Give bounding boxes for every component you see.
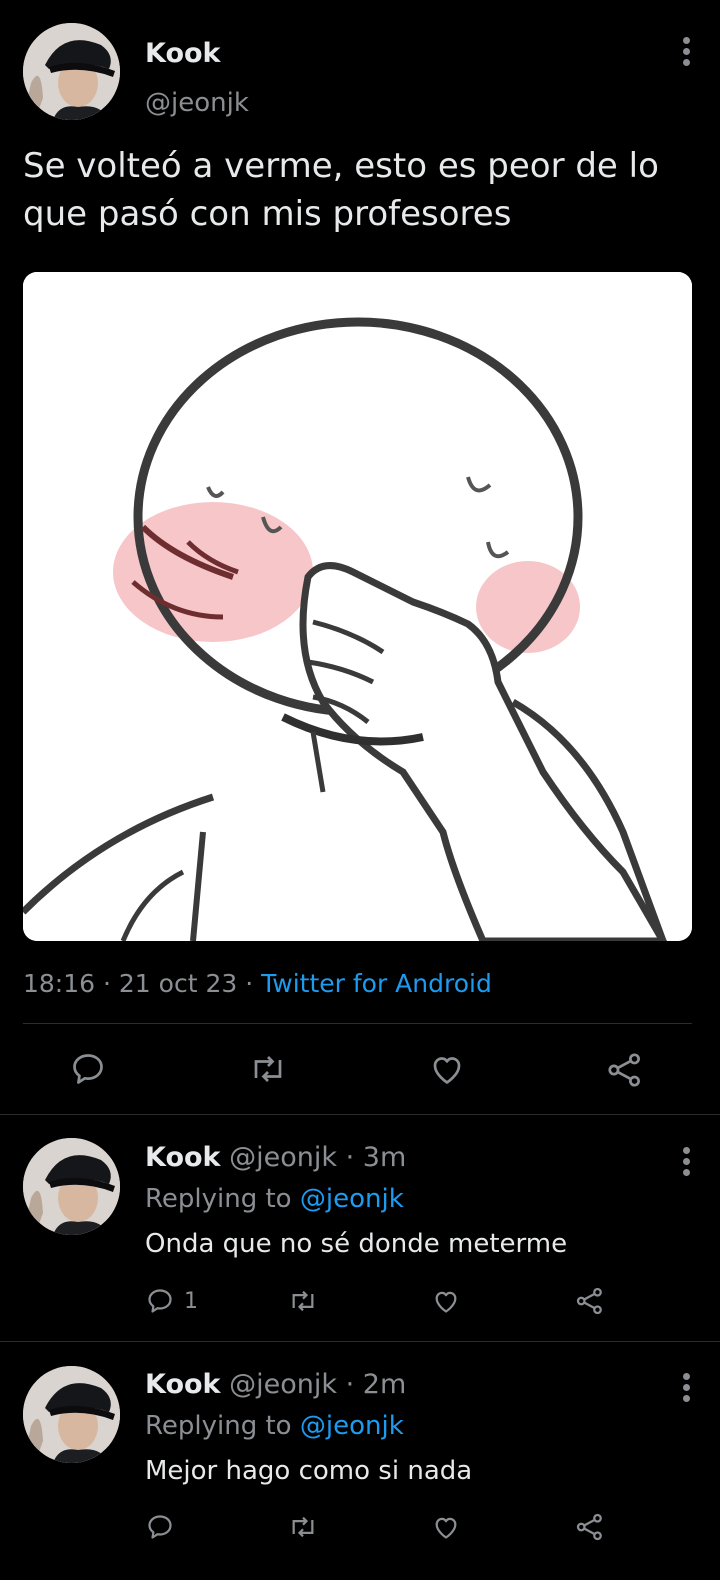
- share-icon: [576, 1513, 602, 1541]
- replying-to-handle[interactable]: @jeonjk: [300, 1184, 404, 1214]
- more-options-icon[interactable]: [680, 37, 692, 70]
- tweet-media-image[interactable]: [23, 272, 692, 941]
- heart-icon: [433, 1057, 461, 1084]
- speech-bubble-icon: [148, 1515, 172, 1539]
- reply-header: Kook @jeonjk · 3m: [145, 1142, 406, 1173]
- reply-text: Onda que no sé donde meterme: [145, 1229, 568, 1259]
- divider: [23, 1023, 692, 1024]
- tweet-time: 18:16: [23, 969, 96, 998]
- heart-icon: [435, 1517, 457, 1539]
- divider: [0, 1114, 720, 1115]
- replying-to-label: Replying to: [145, 1184, 292, 1214]
- replying-to: Replying to @jeonjk: [145, 1411, 404, 1441]
- replying-to-label: Replying to: [145, 1411, 292, 1441]
- reply-avatar[interactable]: [23, 1366, 120, 1463]
- share-icon: [608, 1053, 640, 1087]
- retweet-icon: [254, 1056, 282, 1082]
- speech-bubble-icon: [73, 1054, 103, 1084]
- author-avatar[interactable]: [23, 23, 120, 120]
- reply-button[interactable]: 1: [146, 1287, 198, 1315]
- reply-count: 1: [184, 1288, 198, 1314]
- share-icon: [576, 1287, 602, 1315]
- share-button[interactable]: [575, 1512, 605, 1542]
- reply-header: Kook @jeonjk · 2m: [145, 1369, 406, 1400]
- replying-to-handle[interactable]: @jeonjk: [300, 1411, 404, 1441]
- share-button[interactable]: [575, 1286, 605, 1316]
- reply-avatar[interactable]: [23, 1138, 120, 1235]
- reply-button[interactable]: [146, 1513, 174, 1541]
- more-options-icon[interactable]: [680, 1147, 692, 1180]
- share-button[interactable]: [606, 1051, 644, 1089]
- like-button[interactable]: [428, 1051, 466, 1087]
- meta-separator: ·: [245, 969, 254, 998]
- like-button[interactable]: [431, 1513, 461, 1541]
- reply-author-name[interactable]: Kook: [145, 1142, 221, 1173]
- replying-to: Replying to @jeonjk: [145, 1184, 404, 1214]
- avatar-photo: [23, 1366, 120, 1463]
- retweet-button[interactable]: [287, 1513, 319, 1541]
- reply-age: 2m: [362, 1369, 407, 1400]
- meta-separator: ·: [345, 1142, 355, 1173]
- meta-separator: ·: [345, 1369, 355, 1400]
- meta-separator: ·: [103, 969, 111, 998]
- speech-bubble-icon: [148, 1289, 172, 1313]
- author-handle[interactable]: @jeonjk: [145, 88, 249, 118]
- reply-age: 3m: [362, 1142, 407, 1173]
- more-options-icon[interactable]: [680, 1373, 692, 1406]
- tweet-source-link[interactable]: Twitter for Android: [261, 969, 492, 998]
- reply-button[interactable]: [70, 1051, 106, 1087]
- retweet-icon: [292, 1290, 314, 1312]
- reply-author-handle[interactable]: @jeonjk: [229, 1142, 337, 1173]
- retweet-icon: [292, 1516, 314, 1538]
- reply-author-name[interactable]: Kook: [145, 1369, 221, 1400]
- tweet-text-line-2: que pasó con mis profesores: [23, 194, 512, 234]
- avatar-photo: [23, 23, 120, 120]
- blushing-character-drawing: [23, 272, 692, 941]
- tweet-meta: 18:16 · 21 oct 23 · Twitter for Android: [23, 969, 492, 998]
- retweet-button[interactable]: [248, 1051, 288, 1087]
- tweet-date: 21 oct 23: [118, 969, 238, 998]
- author-name[interactable]: Kook: [145, 38, 221, 69]
- avatar-photo: [23, 1138, 120, 1235]
- heart-icon: [435, 1291, 457, 1313]
- reply-author-handle[interactable]: @jeonjk: [229, 1369, 337, 1400]
- tweet-text-line-1: Se volteó a verme, esto es peor de lo: [23, 146, 659, 186]
- like-button[interactable]: [431, 1287, 461, 1315]
- divider: [0, 1341, 720, 1342]
- retweet-button[interactable]: [287, 1287, 319, 1315]
- reply-text: Mejor hago como si nada: [145, 1456, 473, 1486]
